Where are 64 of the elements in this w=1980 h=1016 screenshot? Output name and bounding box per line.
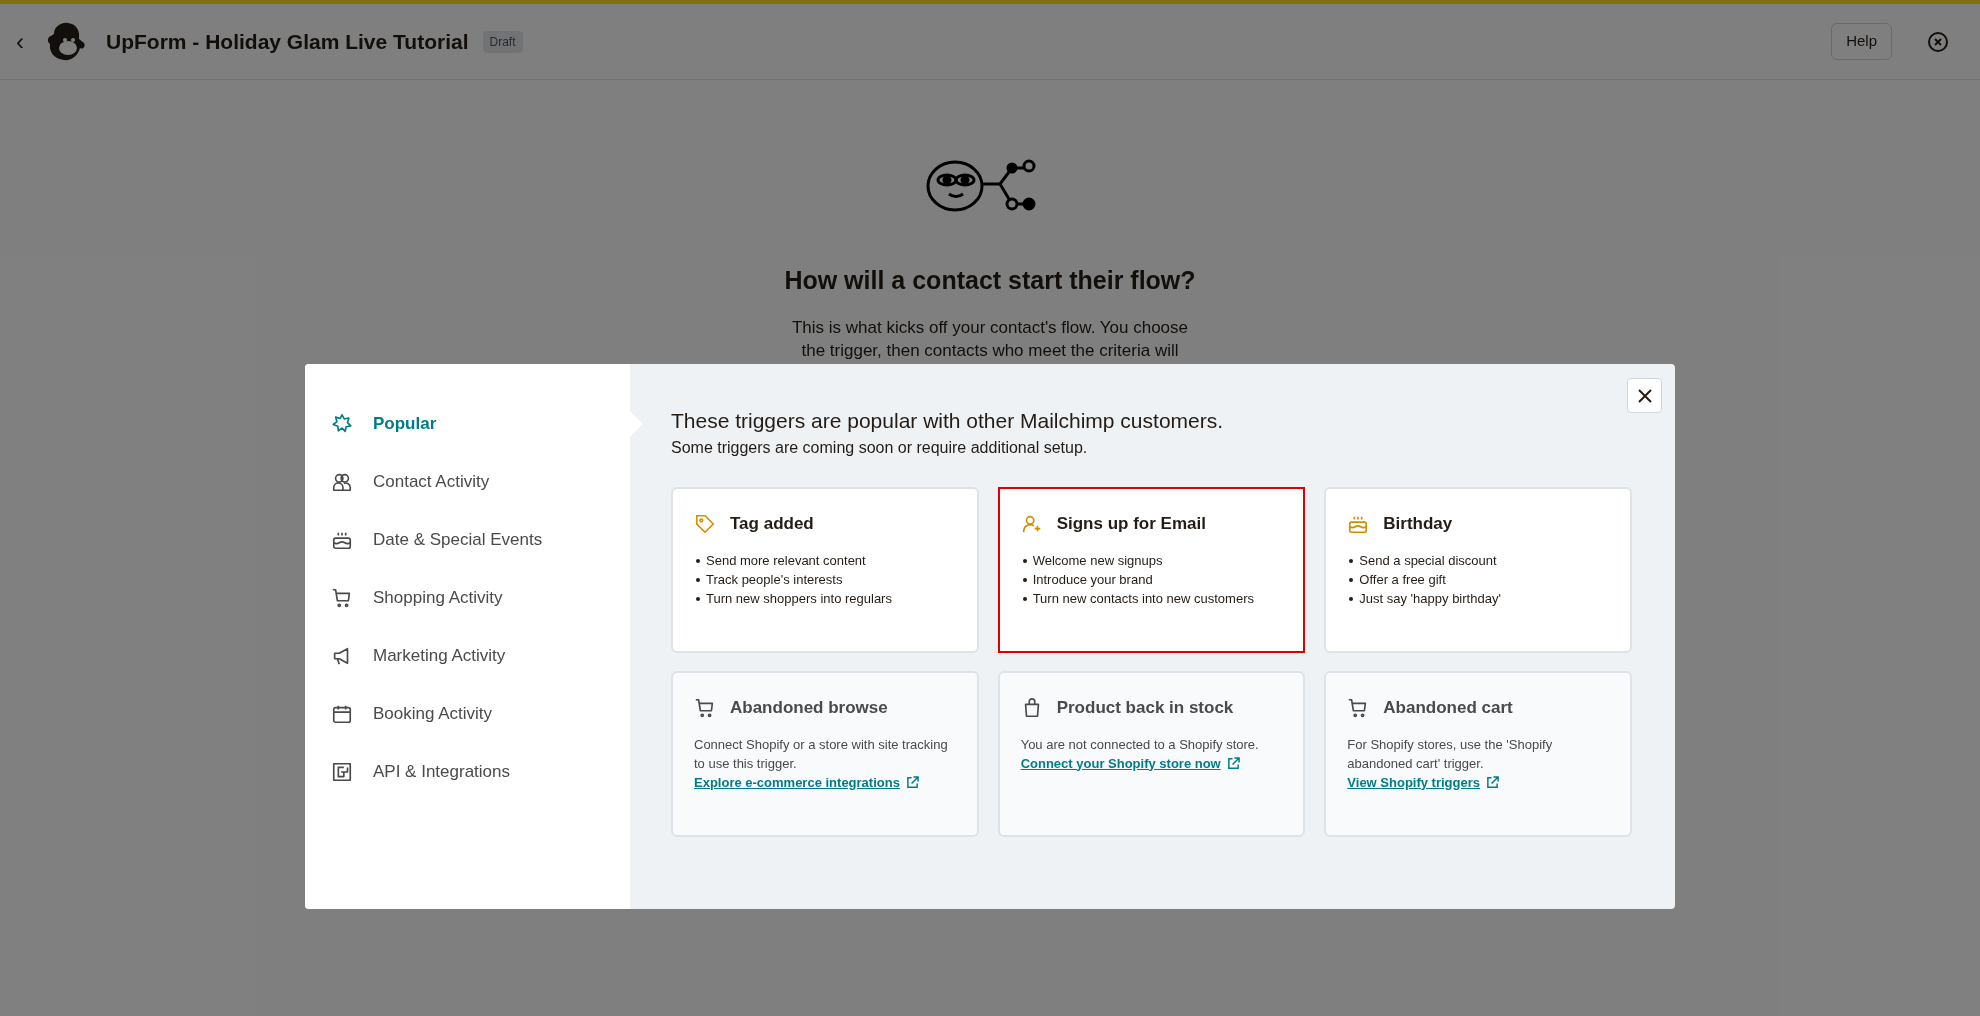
dialog-heading: These triggers are popular with other Mailchimp customers. [671,408,1225,434]
bullet-icon [1022,577,1027,582]
trigger-card[interactable]: Signs up for Email Welcome new signups Introduce your brand Turn new contacts into new customers [997,487,1306,653]
bullet-icon [1349,558,1354,563]
trigger-card[interactable]: Product back in stock You are not connected to a Shopify store. Connect your Shopify store now [997,671,1306,837]
page-title: UpForm - Holiday Glam Live Tutorial [106,28,469,55]
tag-icon [694,512,716,535]
bullet-icon [696,577,700,582]
card-description: For Shopify stores, use the 'Shopify abandoned cart' trigger. View Shopify triggers [1347,735,1554,792]
card-title: Signs up for Email [1056,513,1206,535]
category-tab[interactable]: API & Integrations [305,746,630,798]
card-title: Tag added [730,513,814,535]
close-icon [1636,387,1653,404]
card-description: Connect Shopify or a store with site tracking to use this trigger. Explore e-commerce integrations [694,735,949,792]
category-tab[interactable]: Marketing Activity [305,630,630,682]
calendar-icon [331,703,353,725]
benefit-text: Send more relevant content [706,552,866,569]
card-title: Product back in stock [1056,697,1234,719]
intro-heading: How will a contact start their flow? [784,265,1196,296]
cart-icon [694,696,716,719]
close-icon[interactable] [1926,29,1950,54]
category-tab[interactable]: Booking Activity [305,688,630,740]
benefit-text: Just say 'happy birthday' [1359,590,1501,607]
trigger-card[interactable]: Birthday Send a special discount Offer a free gift Just say 'happy birthday' [1324,487,1632,653]
benefit-text: Introduce your brand [1032,571,1153,588]
trigger-card[interactable]: Abandoned browse Connect Shopify or a store with site tracking to use this trigger. Explore e-commerce integrations [671,671,979,837]
dialog-subheading: Some triggers are coming soon or require additional setup. [671,438,1089,458]
card-description: You are not connected to a Shopify store. Connect your Shopify store now [1020,735,1260,773]
card-title: Abandoned browse [730,697,888,719]
intro-paragraph: This is what kicks off your contact's flow. You choose the trigger, then contacts who meet the criteria will [792,316,1188,362]
help-button[interactable]: Help [1831,23,1892,60]
back-button[interactable]: ‹ [10,23,30,60]
trigger-card[interactable]: Tag added Send more relevant content Track people's interests Turn new shoppers into regulars [671,487,979,653]
benefit-text: Send a special discount [1359,552,1497,569]
card-title: Abandoned cart [1383,697,1513,719]
bullet-icon [1349,577,1354,582]
star-icon [331,413,353,435]
external-link-icon [905,775,919,789]
benefit-text: Welcome new signups [1032,552,1163,569]
bullet-icon [696,596,700,601]
category-tab[interactable]: Shopping Activity [305,572,630,624]
benefit-text: Track people's interests [706,571,843,588]
category-tab[interactable]: Popular [305,398,630,450]
external-link-icon [1226,756,1240,770]
trigger-card[interactable]: Abandoned cart For Shopify stores, use the 'Shopify abandoned cart' trigger. View Shopify triggers [1324,671,1632,837]
bullet-icon [1022,558,1027,563]
bullet-icon [696,558,700,563]
api-icon [331,761,353,783]
card-title: Birthday [1383,513,1453,535]
benefit-text: Turn new shoppers into regulars [706,590,892,607]
benefit-text: Turn new contacts into new customers [1032,590,1254,607]
people-icon [331,471,353,493]
external-link[interactable]: Connect your Shopify store now [1020,755,1221,771]
bullet-icon [1022,596,1027,601]
category-tab[interactable]: Contact Activity [305,456,630,508]
bullet-icon [1349,596,1354,601]
external-link-icon [1486,775,1499,789]
external-link[interactable]: Explore e-commerce integrations [694,774,900,790]
close-button[interactable] [1627,378,1662,413]
category-tab[interactable]: Date & Special Events [305,514,630,566]
status-badge: Draft [482,30,523,53]
cart-icon [331,587,353,609]
external-link[interactable]: View Shopify triggers [1347,774,1480,790]
benefit-text: Offer a free gift [1359,571,1446,588]
